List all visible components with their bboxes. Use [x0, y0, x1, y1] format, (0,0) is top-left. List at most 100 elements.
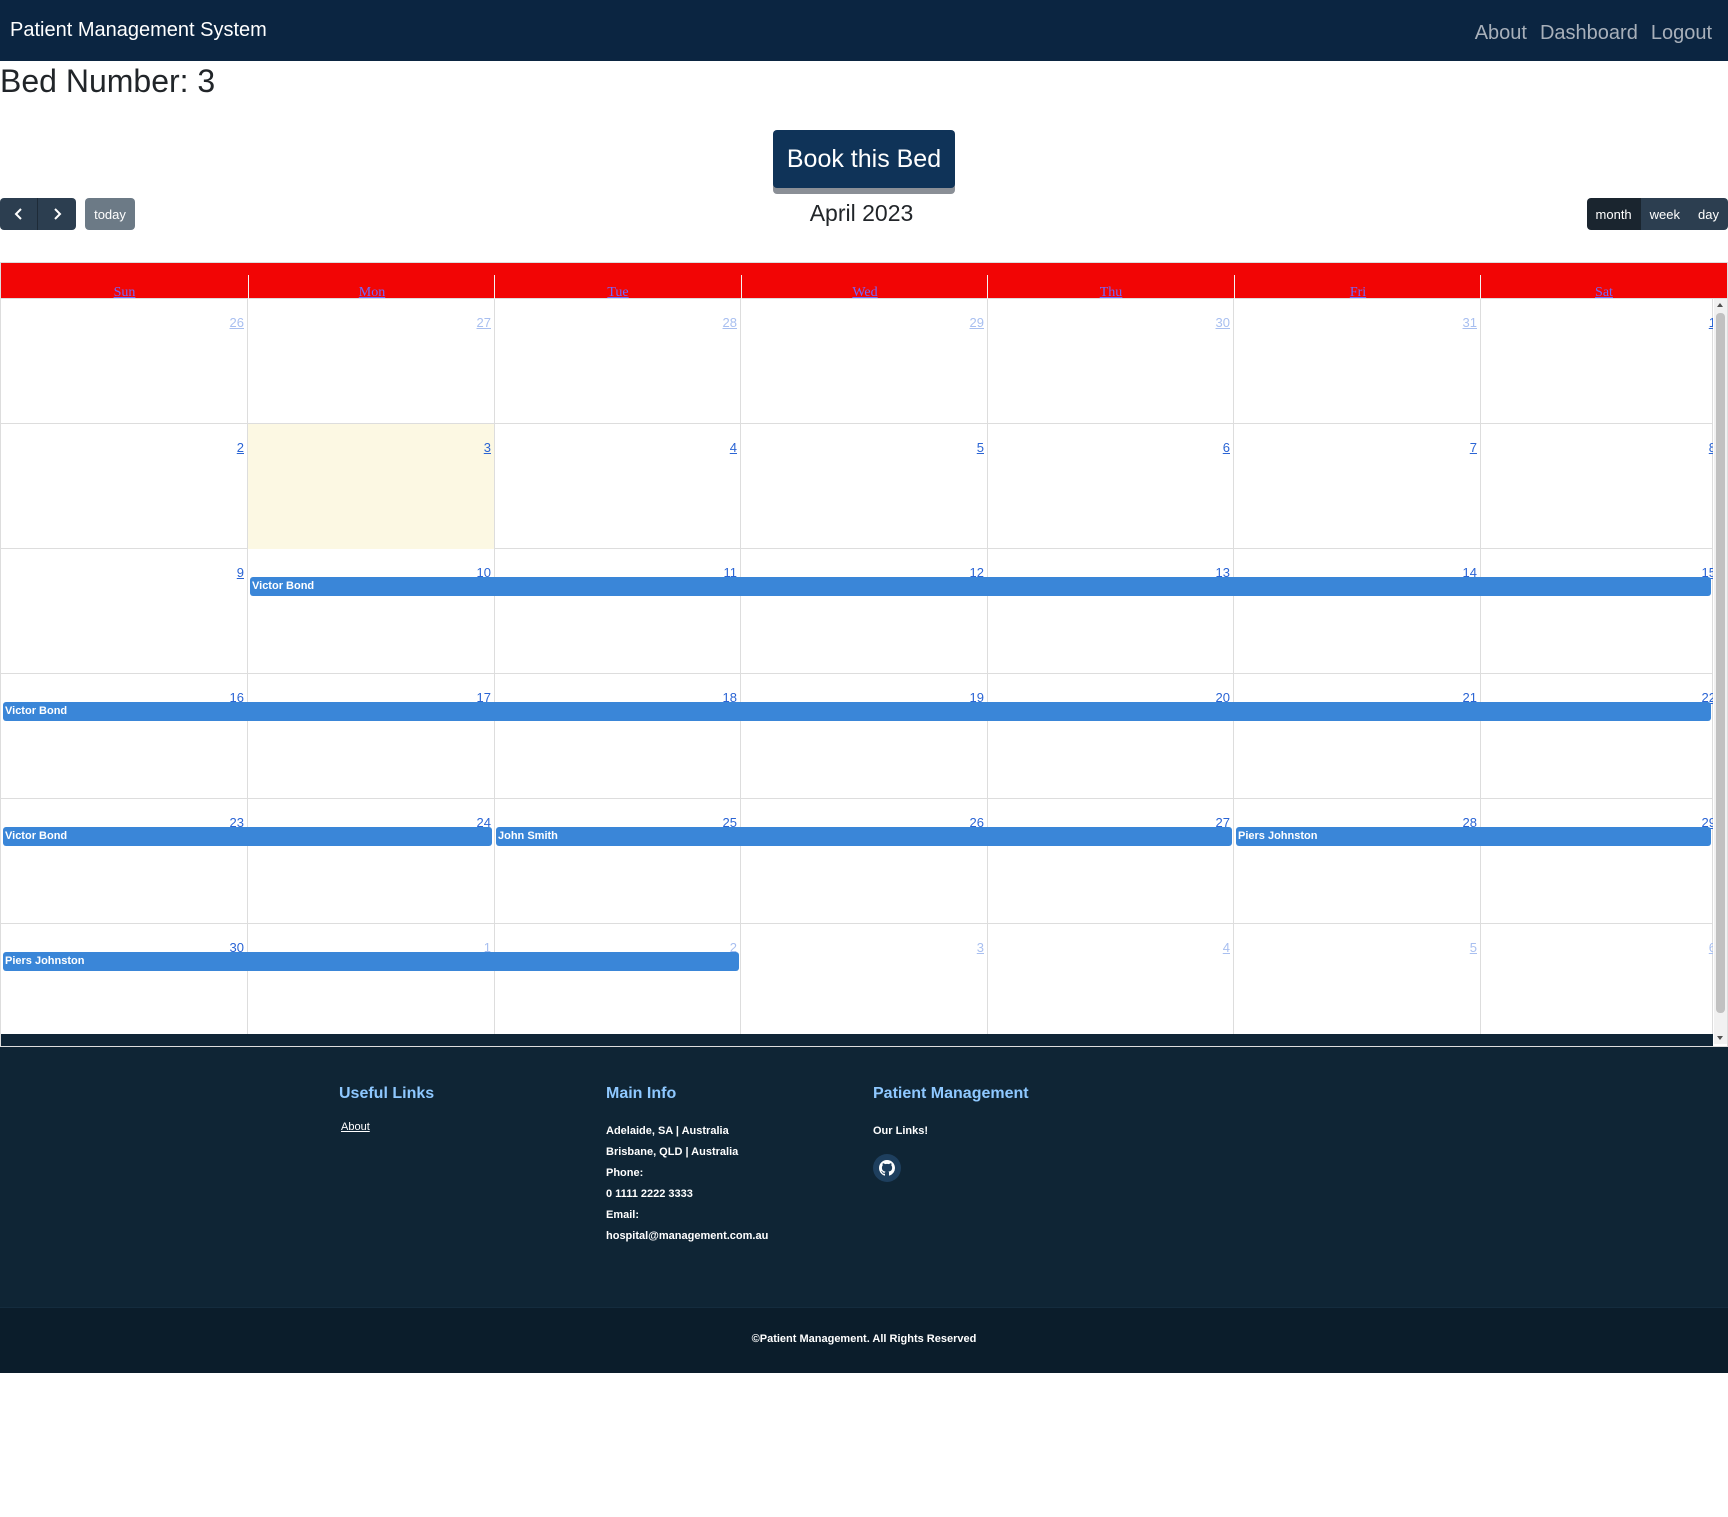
day-number[interactable]: 5 [977, 440, 984, 455]
footer-email-label: Email: [606, 1209, 640, 1221]
day-header-link[interactable]: Wed [852, 285, 877, 300]
calendar-body: 26 27 28 29 30 31 1 2 3 4 5 6 7 8 9 10 11 12 13 14 15 16 17 18 1… [1, 299, 1713, 1044]
day-cell[interactable]: 26 [741, 799, 988, 924]
day-cell[interactable]: 4 [494, 424, 741, 549]
view-day-button[interactable]: day [1689, 198, 1728, 230]
day-cell[interactable]: 11 [494, 549, 741, 674]
day-number[interactable]: 5 [1470, 940, 1477, 955]
scroll-down-icon[interactable] [1717, 1036, 1723, 1040]
day-number[interactable]: 31 [1463, 315, 1477, 330]
day-cell[interactable]: 9 [1, 549, 248, 674]
day-number[interactable]: 3 [977, 940, 984, 955]
day-cell[interactable]: 19 [741, 674, 988, 799]
day-header-link[interactable]: Sun [114, 285, 136, 300]
day-header-link[interactable]: Thu [1100, 285, 1123, 300]
day-number[interactable]: 29 [970, 315, 984, 330]
calendar-event[interactable]: Victor Bond [3, 827, 492, 846]
day-cell[interactable]: 17 [248, 674, 495, 799]
calendar-event[interactable]: Victor Bond [3, 702, 1711, 721]
day-number[interactable]: 27 [477, 315, 491, 330]
day-cell[interactable]: 8 [1480, 424, 1713, 549]
day-header-link[interactable]: Fri [1350, 285, 1366, 300]
day-number[interactable]: 4 [1223, 940, 1230, 955]
book-bed-button[interactable]: Book this Bed [773, 130, 955, 188]
day-number[interactable]: 4 [730, 440, 737, 455]
day-cell-today[interactable]: 3 [248, 424, 495, 549]
view-week-button[interactable]: week [1640, 198, 1690, 230]
footer-heading-patient-management: Patient Management [873, 1085, 1029, 1102]
github-link-button[interactable] [873, 1154, 901, 1182]
view-switcher: month week day [1586, 198, 1728, 230]
day-number[interactable]: 2 [237, 440, 244, 455]
nav-link-about[interactable]: About [1475, 22, 1527, 45]
github-icon [879, 1160, 895, 1176]
day-number[interactable]: 28 [723, 315, 737, 330]
day-cell[interactable]: 22 [1480, 674, 1713, 799]
brand-title[interactable]: Patient Management System [10, 19, 267, 42]
day-cell[interactable]: 18 [494, 674, 741, 799]
day-cell[interactable]: 5 [1234, 924, 1481, 1044]
day-number[interactable]: 30 [1216, 315, 1230, 330]
day-cell[interactable]: 1 [248, 924, 495, 1044]
scroll-up-icon[interactable] [1717, 303, 1723, 307]
day-cell[interactable]: 1 [1480, 299, 1713, 424]
day-cell[interactable]: 24 [248, 799, 495, 924]
nav-link-dashboard[interactable]: Dashboard [1540, 22, 1638, 45]
calendar-event[interactable]: Piers Johnston [1236, 827, 1711, 846]
day-number[interactable]: 6 [1223, 440, 1230, 455]
day-number[interactable]: 1 [1709, 315, 1713, 330]
day-cell[interactable]: 4 [987, 924, 1234, 1044]
day-cell[interactable]: 15 [1480, 549, 1713, 674]
day-cell[interactable]: 2 [1, 424, 248, 549]
day-cell[interactable]: 2 [494, 924, 741, 1044]
footer-link-about[interactable]: About [341, 1121, 434, 1133]
day-number[interactable]: 9 [237, 565, 244, 580]
footer-phone-number: 0 1111 2222 3333 [606, 1188, 693, 1200]
day-header-mon: Mon [248, 275, 495, 300]
day-cell[interactable]: 29 [1480, 799, 1713, 924]
day-cell[interactable]: 26 [1, 299, 248, 424]
day-header-link[interactable]: Tue [607, 285, 628, 300]
day-cell[interactable]: 6 [987, 424, 1234, 549]
day-cell[interactable]: 10 [248, 549, 495, 674]
day-cell[interactable]: 16 [1, 674, 248, 799]
calendar-scrollbar[interactable] [1714, 299, 1727, 1044]
day-cell[interactable]: 7 [1234, 424, 1481, 549]
day-cell[interactable]: 5 [741, 424, 988, 549]
footer-main-info: Main Info Adelaide, SA | Australia Brisb… [606, 1085, 768, 1247]
day-cell[interactable]: 27 [987, 799, 1234, 924]
day-number[interactable]: 3 [484, 440, 491, 455]
calendar-event[interactable]: Victor Bond [250, 577, 1711, 596]
day-cell[interactable]: 28 [494, 299, 741, 424]
calendar-event[interactable]: John Smith [496, 827, 1232, 846]
day-cell[interactable]: 6 [1480, 924, 1713, 1044]
day-cell[interactable]: 29 [741, 299, 988, 424]
scrollbar-thumb[interactable] [1716, 313, 1725, 1013]
day-header-link[interactable]: Sat [1595, 285, 1613, 300]
day-number[interactable]: 7 [1470, 440, 1477, 455]
calendar-week-row: 30 1 2 3 4 5 6 [1, 924, 1713, 1044]
day-cell[interactable]: 23 [1, 799, 248, 924]
day-cell[interactable]: 27 [248, 299, 495, 424]
nav-link-logout[interactable]: Logout [1651, 22, 1712, 45]
view-month-button[interactable]: month [1586, 198, 1641, 230]
day-number[interactable]: 26 [230, 315, 244, 330]
day-cell[interactable]: 20 [987, 674, 1234, 799]
day-number[interactable]: 8 [1709, 440, 1713, 455]
day-cell[interactable]: 13 [987, 549, 1234, 674]
calendar-event[interactable]: Piers Johnston [3, 952, 739, 971]
day-cell[interactable]: 14 [1234, 549, 1481, 674]
calendar-week-row: 2 3 4 5 6 7 8 [1, 424, 1713, 549]
day-number[interactable]: 6 [1709, 940, 1713, 955]
day-cell[interactable]: 30 [1, 924, 248, 1044]
day-header-link[interactable]: Mon [359, 285, 385, 300]
day-cell[interactable]: 28 [1234, 799, 1481, 924]
day-cell[interactable]: 3 [741, 924, 988, 1044]
day-cell[interactable]: 25 [494, 799, 741, 924]
calendar-title: April 2023 [809, 200, 914, 226]
day-cell[interactable]: 31 [1234, 299, 1481, 424]
day-cell[interactable]: 30 [987, 299, 1234, 424]
day-cell[interactable]: 12 [741, 549, 988, 674]
day-cell[interactable]: 21 [1234, 674, 1481, 799]
day-header-sat: Sat [1480, 275, 1727, 300]
